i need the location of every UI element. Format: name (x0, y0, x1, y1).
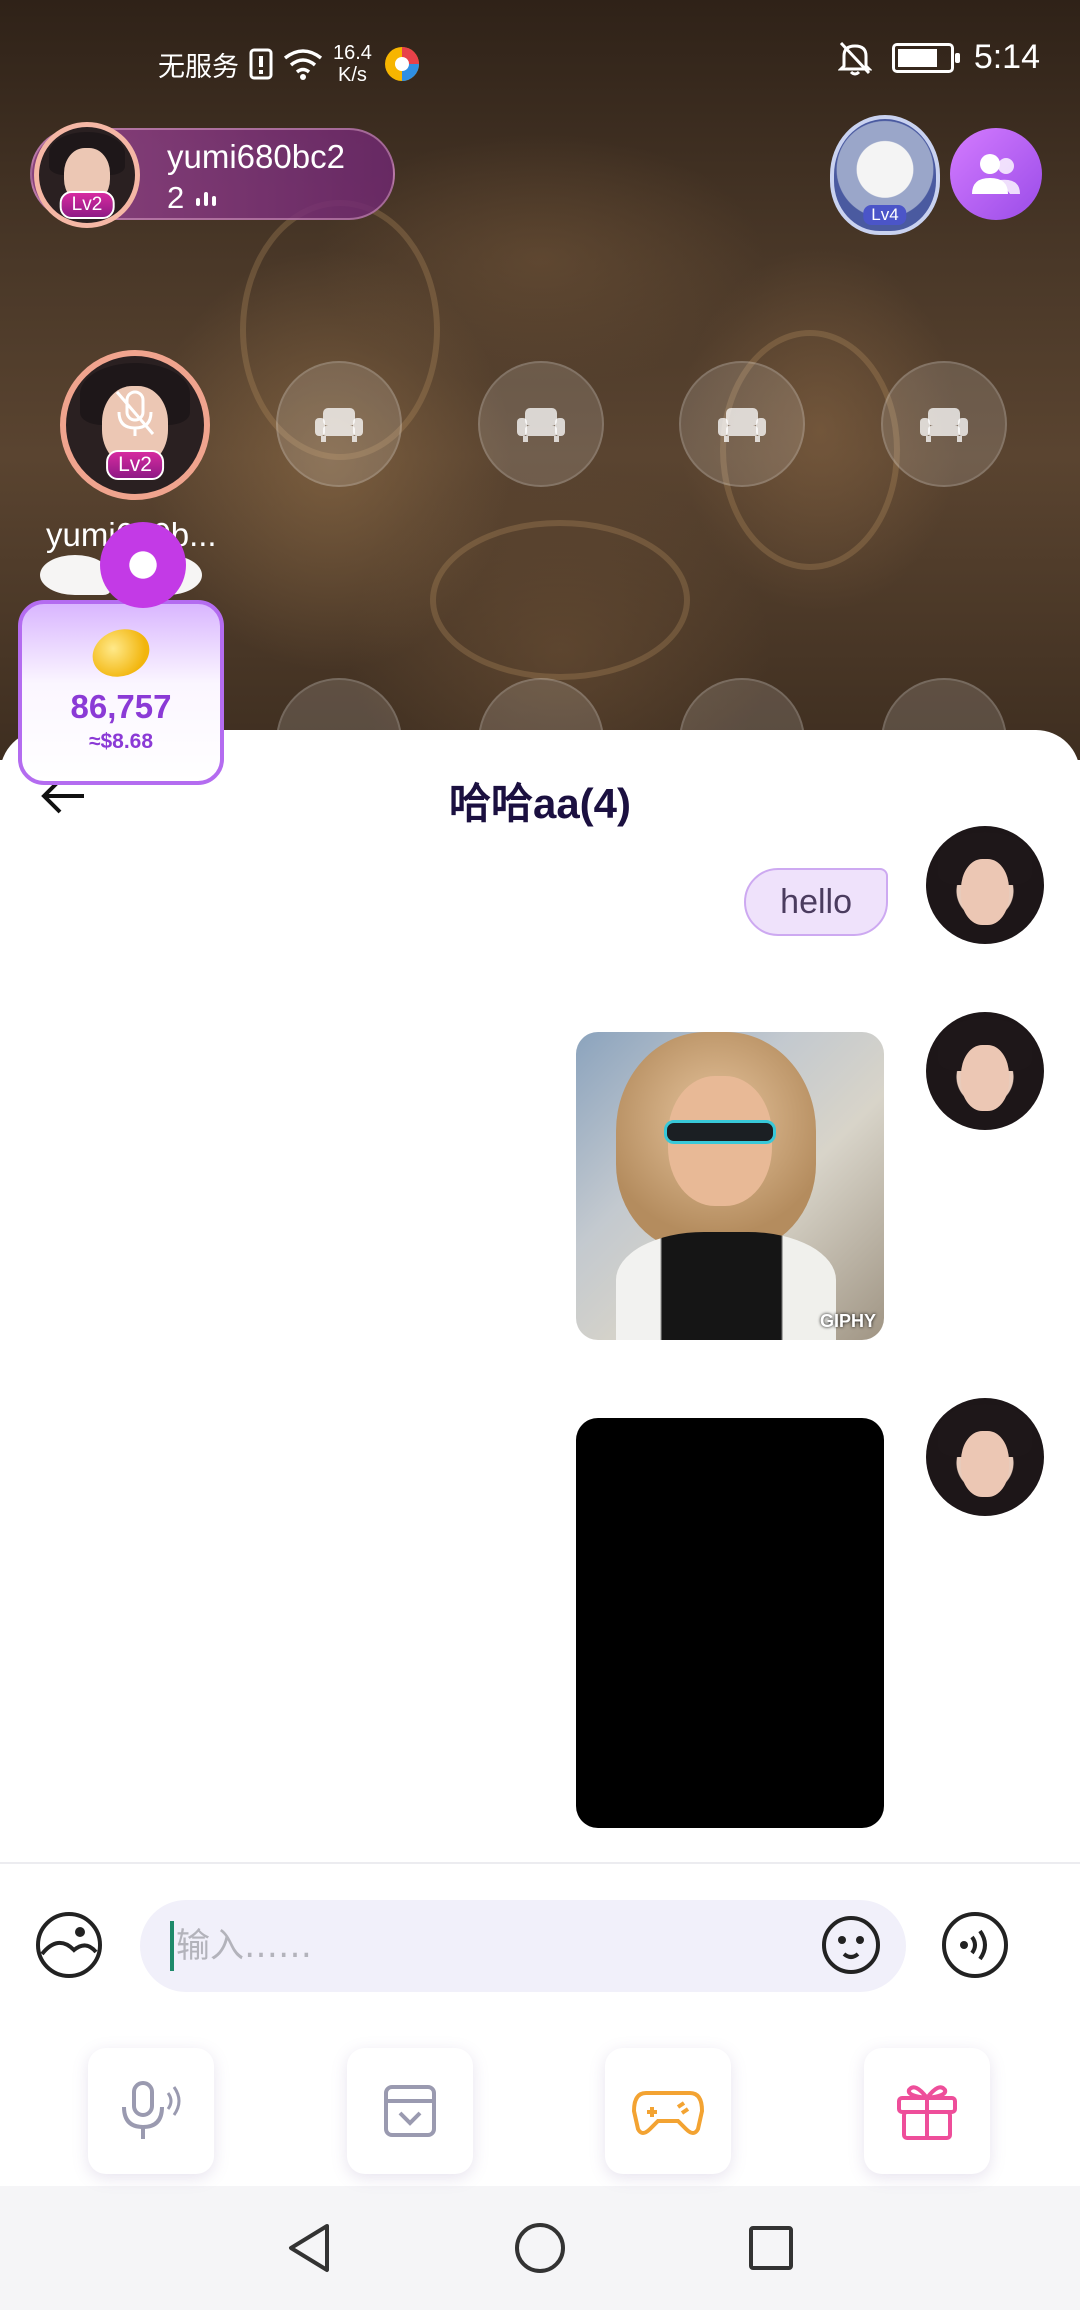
message-input[interactable] (176, 1926, 736, 1966)
room-members-button[interactable] (950, 128, 1042, 220)
video-message[interactable] (576, 1418, 884, 1828)
empty-seat[interactable] (679, 361, 805, 487)
seat-host[interactable]: Lv2 (60, 350, 210, 500)
empty-seat[interactable] (478, 361, 604, 487)
status-bar: 无服务 16.4 K/s 5:14 (0, 0, 1080, 125)
gift-icon (897, 2085, 957, 2140)
sender-avatar[interactable] (926, 1012, 1044, 1130)
album-icon[interactable] (34, 1910, 104, 1980)
room-level-badge[interactable]: Lv4 (830, 115, 940, 235)
empty-seat[interactable] (881, 361, 1007, 487)
host-avatar[interactable]: Lv2 (34, 122, 140, 228)
divider (0, 1862, 1080, 1864)
host-name: yumi680bc2 (167, 138, 345, 175)
voice-wave-icon[interactable] (940, 1910, 1010, 1980)
coin-icon (85, 621, 157, 685)
emoji-icon[interactable] (820, 1914, 882, 1976)
bell-off-icon (837, 41, 872, 75)
sender-avatar[interactable] (926, 826, 1044, 944)
mic-icon (122, 2081, 181, 2139)
net-speed: 16.4 K/s (333, 42, 372, 86)
text-cursor (170, 1921, 174, 1971)
message-input-box[interactable] (140, 1900, 906, 1992)
carrier-label: 无服务 (158, 51, 239, 82)
signal-bars-icon (196, 190, 217, 206)
backpack-button[interactable] (347, 2048, 473, 2174)
net-speed-value: 16.4 (333, 42, 372, 64)
app-notification-icon (384, 47, 419, 81)
sofa-icon (315, 408, 363, 442)
gamepad-icon (632, 2091, 704, 2135)
host-info-pill[interactable]: Lv2 yumi680bc2 2 (30, 122, 395, 228)
host-level-badge: Lv2 (59, 191, 115, 219)
mascot-icon (100, 522, 186, 608)
coin-balance: 86,757 (70, 688, 172, 725)
coin-usd-value: ≈$8.68 (88, 730, 154, 753)
gif-message[interactable]: GIPHY (576, 1032, 884, 1340)
chat-sheet: 哈哈aa(4) hello GIPHY (0, 730, 1080, 2186)
nav-back-icon[interactable] (285, 2222, 333, 2274)
sender-avatar[interactable] (926, 1398, 1044, 1516)
sim-alert-icon (249, 48, 273, 80)
mic-muted-icon (115, 390, 155, 436)
message-bubble[interactable]: hello (744, 868, 888, 936)
room-level-label: Lv4 (863, 205, 907, 225)
battery-icon (891, 42, 960, 73)
sofa-icon (920, 408, 968, 442)
sofa-icon (517, 408, 565, 442)
online-count-value: 2 (167, 180, 185, 215)
voice-message-button[interactable] (88, 2048, 214, 2174)
clock: 5:14 (973, 38, 1040, 76)
gift-button[interactable] (864, 2048, 990, 2174)
system-nav-bar (0, 2186, 1080, 2310)
nav-home-icon[interactable] (513, 2221, 567, 2275)
sofa-icon (718, 408, 766, 442)
seat-level-badge: Lv2 (106, 450, 164, 480)
bag-icon (384, 2085, 436, 2137)
nav-recents-icon[interactable] (747, 2224, 795, 2272)
giphy-tag: GIPHY (819, 1311, 876, 1331)
net-speed-unit: K/s (338, 64, 367, 86)
games-button[interactable] (605, 2048, 731, 2174)
people-icon (972, 154, 1020, 194)
empty-seat[interactable] (276, 361, 402, 487)
background-ornament (430, 520, 690, 680)
wifi-icon (283, 49, 323, 80)
coin-balance-widget[interactable]: 86,757 ≈$8.68 (18, 522, 224, 785)
host-online-count: 2 (167, 180, 217, 216)
